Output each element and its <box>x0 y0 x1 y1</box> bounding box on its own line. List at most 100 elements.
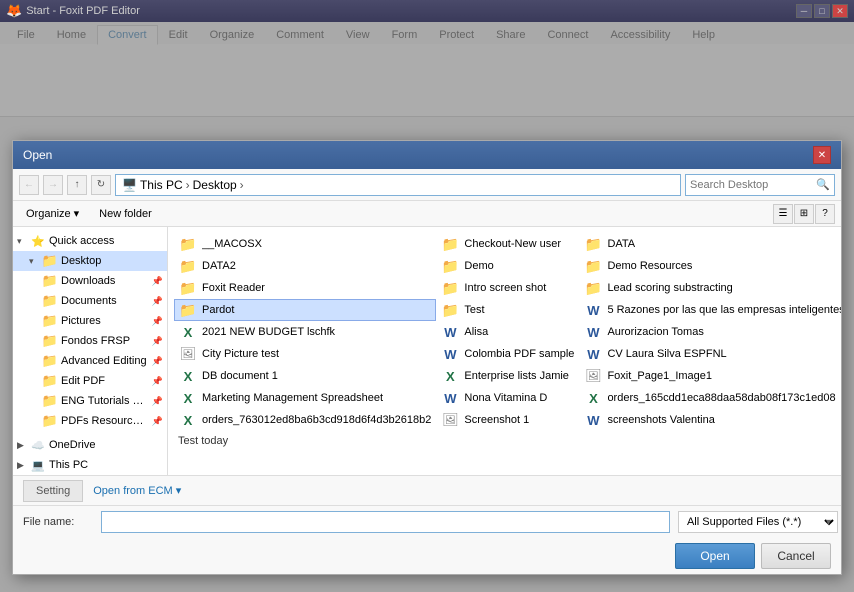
refresh-button[interactable]: ↻ <box>91 175 111 195</box>
pictures-icon: 📁 <box>42 313 58 329</box>
file-item[interactable]: 📁 Pardot <box>174 299 436 321</box>
view-details-button[interactable]: ☰ <box>773 204 793 224</box>
open-ecm-button[interactable]: Open from ECM ▾ <box>93 480 181 502</box>
excel-icon: X <box>179 367 197 385</box>
file-item[interactable]: X DB document 1 <box>174 365 436 387</box>
file-item[interactable]: 📁 Intro screen shot <box>436 277 579 299</box>
nav-documents[interactable]: 📁 Documents 📌 <box>13 291 167 311</box>
file-item[interactable]: 🖼 Foxit_Page1_Image1 <box>579 365 841 387</box>
dialog-title: Open <box>23 148 52 162</box>
filetype-select[interactable]: All Supported Files (*.*) <box>678 511 838 533</box>
maximize-button[interactable]: □ <box>814 4 830 18</box>
word-icon: W <box>441 345 459 363</box>
nav-eng-tutorials[interactable]: 📁 ENG Tutorials 2021 📌 <box>13 391 167 411</box>
pdfs-resources-icon: 📁 <box>42 413 58 429</box>
nav-pdfs-resources[interactable]: 📁 PDFs Resources 202 📌 <box>13 411 167 431</box>
new-folder-button[interactable]: New folder <box>92 204 159 224</box>
nav-advanced-editing[interactable]: 📁 Advanced Editing 📌 <box>13 351 167 371</box>
file-item[interactable]: 📁 Demo Resources <box>579 255 841 277</box>
organize-arrow-icon: ▾ <box>74 207 80 220</box>
file-name: Lead scoring substracting <box>607 282 841 294</box>
file-item[interactable]: 📁 Lead scoring substracting <box>579 277 841 299</box>
nav-pictures[interactable]: 📁 Pictures 📌 <box>13 311 167 331</box>
file-item[interactable]: W Alisa <box>436 321 579 343</box>
nav-onedrive[interactable]: ▶ ☁️ OneDrive <box>13 435 167 455</box>
adv-editing-pin-icon: 📌 <box>152 356 163 367</box>
breadcrumb-thispc: This PC <box>140 178 183 192</box>
file-item[interactable]: X Marketing Management Spreadsheet <box>174 387 436 409</box>
folder-icon: 📁 <box>441 257 459 275</box>
view-icons-button[interactable]: ⊞ <box>794 204 814 224</box>
adv-editing-icon: 📁 <box>42 353 58 369</box>
file-item[interactable]: 📁 Demo <box>436 255 579 277</box>
up-button[interactable]: ↑ <box>67 175 87 195</box>
fondos-label: Fondos FRSP <box>61 335 149 347</box>
file-name: screenshots Valentina <box>607 414 841 426</box>
word-icon: W <box>441 389 459 407</box>
forward-button[interactable]: → <box>43 175 63 195</box>
nav-fondos[interactable]: 📁 Fondos FRSP 📌 <box>13 331 167 351</box>
dialog-close-button[interactable]: ✕ <box>813 146 831 164</box>
file-item[interactable]: W Nona Vitamina D <box>436 387 579 409</box>
folder-icon: 📁 <box>179 235 197 253</box>
search-box[interactable]: 🔍 <box>685 174 835 196</box>
back-button[interactable]: ← <box>19 175 39 195</box>
breadcrumb-desktop: Desktop <box>193 178 237 192</box>
downloads-pin-icon: 📌 <box>152 276 163 287</box>
image-icon: 🖼 <box>441 411 459 429</box>
file-name: Colombia PDF sample <box>464 348 574 360</box>
breadcrumb-icon: 🖥️ <box>122 178 137 192</box>
folder-icon: 📁 <box>441 279 459 297</box>
file-item[interactable]: W screenshots Valentina <box>579 409 841 431</box>
file-item[interactable]: 🖼 Screenshot 1 <box>436 409 579 431</box>
close-button[interactable]: ✕ <box>832 4 848 18</box>
file-item[interactable]: 📁 Foxit Reader <box>174 277 436 299</box>
search-input[interactable] <box>690 179 814 191</box>
nav-quick-access[interactable]: ▾ ⭐ Quick access <box>13 231 167 251</box>
desktop-arrow: ▾ <box>29 256 39 267</box>
file-item[interactable]: X 2021 NEW BUDGET lschfk <box>174 321 436 343</box>
file-item[interactable]: X Enterprise lists Jamie <box>436 365 579 387</box>
nav-downloads[interactable]: 📁 Downloads 📌 <box>13 271 167 291</box>
open-ecm-label: Open from ECM <box>93 485 172 497</box>
file-item[interactable]: 📁 __MACOSX <box>174 233 436 255</box>
nav-edit-pdf[interactable]: 📁 Edit PDF 📌 <box>13 371 167 391</box>
file-item[interactable]: W CV Laura Silva ESPFNL <box>579 343 841 365</box>
setting-button[interactable]: Setting <box>23 480 83 502</box>
file-item[interactable]: W Aurorizacion Tomas <box>579 321 841 343</box>
nav-desktop[interactable]: ▾ 📁 Desktop <box>13 251 167 271</box>
file-item[interactable]: X orders_165cdd1eca88daa58dab08f173c1ed0… <box>579 387 841 409</box>
quick-access-icon: ⭐ <box>30 233 46 249</box>
fondos-icon: 📁 <box>42 333 58 349</box>
pictures-pin-icon: 📌 <box>152 316 163 327</box>
folder-icon: 📁 <box>584 257 602 275</box>
file-item[interactable]: X orders_763012ed8ba6b3cd918d6f4d3b2618b… <box>174 409 436 431</box>
file-name: orders_165cdd1eca88daa58dab08f173c1ed08 <box>607 392 841 404</box>
dialog-bottom: Setting Open from ECM ▾ File name: All S… <box>13 475 841 574</box>
folder-icon: 📁 <box>441 301 459 319</box>
folder-icon: 📁 <box>179 301 197 319</box>
open-button[interactable]: Open <box>675 543 755 569</box>
quick-access-label: Quick access <box>49 235 163 247</box>
word-icon: W <box>584 345 602 363</box>
breadcrumb[interactable]: 🖥️ This PC › Desktop › <box>115 174 681 196</box>
minimize-button[interactable]: ─ <box>796 4 812 18</box>
organize-button[interactable]: Organize ▾ <box>19 204 86 224</box>
cancel-button[interactable]: Cancel <box>761 543 831 569</box>
file-name: Test <box>464 304 574 316</box>
excel-icon: X <box>584 389 602 407</box>
file-item[interactable]: 📁 DATA2 <box>174 255 436 277</box>
file-item[interactable]: 📁 Test <box>436 299 579 321</box>
fondos-pin-icon: 📌 <box>152 336 163 347</box>
file-item[interactable]: W 5 Razones por las que las empresas int… <box>579 299 841 321</box>
view-help-button[interactable]: ? <box>815 204 835 224</box>
file-item[interactable]: W Colombia PDF sample <box>436 343 579 365</box>
nav-this-pc[interactable]: ▶ 💻 This PC <box>13 455 167 475</box>
this-pc-icon: 💻 <box>30 457 46 473</box>
file-item[interactable]: 🖼 City Picture test <box>174 343 436 365</box>
file-item[interactable]: 📁 DATA <box>579 233 841 255</box>
file-name: 2021 NEW BUDGET lschfk <box>202 326 431 338</box>
filename-input[interactable] <box>101 511 670 533</box>
filename-label: File name: <box>23 516 93 528</box>
file-item[interactable]: 📁 Checkout-New user <box>436 233 579 255</box>
